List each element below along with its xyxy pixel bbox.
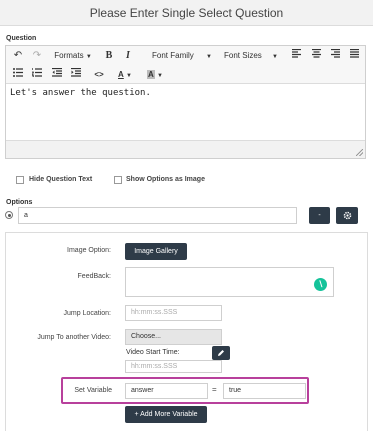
bold-button[interactable]: B — [103, 48, 115, 63]
dialog-title: Please Enter Single Select Question — [0, 0, 373, 26]
show-options-as-image-label: Show Options as Image — [126, 176, 205, 183]
font-sizes-dropdown[interactable]: Font Sizes ▼ — [218, 48, 282, 63]
caret-down-icon: ▼ — [206, 54, 212, 60]
caret-down-icon: ▼ — [272, 54, 278, 60]
jump-location-input[interactable]: hh:mm:ss.SSS — [125, 305, 222, 321]
video-start-time-label: Video Start Time: — [126, 349, 180, 356]
align-justify-icon[interactable] — [348, 48, 360, 63]
video-start-time-input[interactable]: hh:mm:ss.SSS — [125, 360, 222, 373]
edit-video-button[interactable] — [212, 346, 230, 360]
variable-name-input[interactable]: answer — [125, 383, 208, 399]
option-radio[interactable] — [5, 211, 13, 219]
editor-statusbar — [6, 140, 365, 158]
set-variable-label: Set Variable — [74, 387, 112, 394]
undo-icon[interactable]: ↶ — [12, 48, 24, 63]
pencil-icon — [218, 350, 224, 356]
indent-icon[interactable] — [70, 67, 82, 82]
grammarly-icon[interactable]: ∖ — [314, 278, 327, 291]
editor-toolbar-row-2: <> A ▼ A ▼ — [6, 65, 365, 84]
background-color-dropdown[interactable]: A ▼ — [143, 67, 167, 82]
caret-down-icon: ▼ — [85, 54, 92, 60]
remove-option-button[interactable]: - — [309, 207, 330, 224]
variable-value-input[interactable]: true — [223, 383, 306, 399]
equals-sign: = — [212, 385, 217, 394]
jump-location-label: Jump Location: — [63, 310, 111, 317]
resize-handle-icon[interactable] — [356, 149, 363, 156]
question-label: Question — [6, 35, 37, 42]
align-right-icon[interactable] — [329, 48, 341, 63]
feedback-label: FeedBack: — [77, 273, 111, 280]
background-color-icon: A — [147, 70, 155, 79]
source-code-icon[interactable]: <> — [92, 67, 106, 82]
editor-content[interactable]: Let's answer the question. — [10, 88, 151, 98]
font-family-label: Font Family — [152, 51, 194, 60]
text-color-icon: A — [118, 70, 124, 79]
option-input[interactable]: a — [18, 207, 297, 224]
gear-icon — [343, 211, 351, 220]
video-choose-select[interactable]: Choose... — [125, 329, 222, 345]
italic-button[interactable]: I — [122, 48, 134, 63]
redo-icon[interactable]: ↷ — [31, 48, 43, 63]
question-editor: ↶ ↷ Formats ▼ B I Font Family ▼ Font Siz… — [5, 45, 366, 159]
formats-dropdown[interactable]: Formats ▼ — [54, 48, 92, 63]
feedback-textarea[interactable] — [125, 267, 334, 297]
caret-down-icon: ▼ — [157, 73, 163, 79]
image-option-label: Image Option: — [67, 247, 111, 254]
outdent-icon[interactable] — [51, 67, 63, 82]
hide-question-text-checkbox[interactable] — [16, 176, 24, 184]
formats-label: Formats — [54, 51, 84, 60]
options-label: Options — [6, 199, 33, 206]
hide-question-text-label: Hide Question Text — [29, 176, 93, 183]
text-color-dropdown[interactable]: A ▼ — [114, 67, 136, 82]
font-family-dropdown[interactable]: Font Family ▼ — [146, 48, 212, 63]
option-settings-button[interactable] — [336, 207, 358, 224]
show-options-as-image-checkbox[interactable] — [114, 176, 122, 184]
bullet-list-icon[interactable] — [12, 67, 24, 82]
jump-video-label: Jump To another Video: — [37, 334, 111, 341]
caret-down-icon: ▼ — [126, 73, 132, 79]
align-center-icon[interactable] — [310, 48, 322, 63]
align-left-icon[interactable] — [290, 48, 302, 63]
editor-toolbar-row-1: ↶ ↷ Formats ▼ B I Font Family ▼ Font Siz… — [6, 46, 365, 65]
font-sizes-label: Font Sizes — [224, 51, 262, 60]
add-more-variable-button[interactable]: + Add More Variable — [125, 406, 207, 423]
numbered-list-icon[interactable] — [31, 67, 43, 82]
image-gallery-button[interactable]: Image Gallery — [125, 243, 187, 260]
